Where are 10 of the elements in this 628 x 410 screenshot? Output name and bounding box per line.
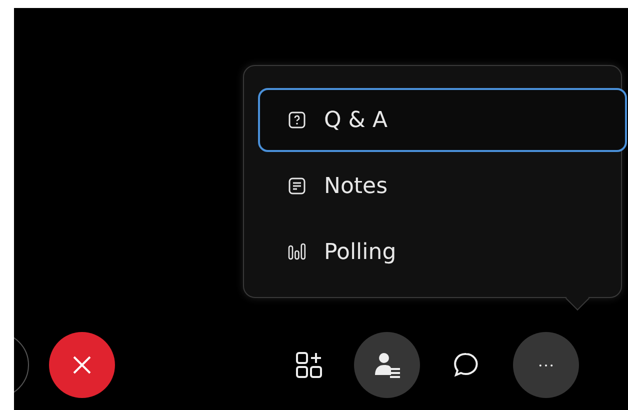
apps-icon [295,351,323,379]
participant-list-icon [373,351,401,379]
menu-item[interactable]: Notes [258,154,627,218]
menu-item[interactable]: Q & A [258,88,627,152]
more-icon [538,362,554,368]
notes-icon [288,177,306,195]
poll-icon [288,243,306,261]
question-icon [288,111,306,129]
chat-icon [452,351,480,379]
menu-item[interactable]: Polling [258,220,627,284]
